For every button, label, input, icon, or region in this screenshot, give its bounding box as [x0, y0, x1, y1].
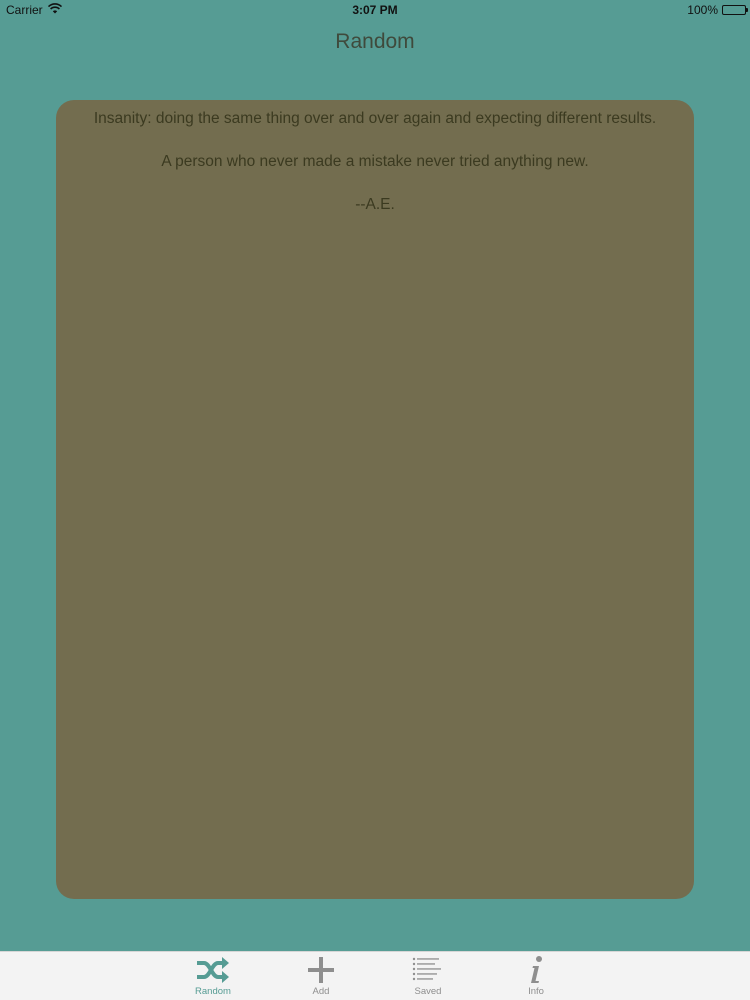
status-right: 100% [687, 3, 748, 17]
tab-saved[interactable]: Saved [398, 954, 458, 1000]
quote-text: Insanity: doing the same thing over and … [93, 110, 657, 127]
tab-random[interactable]: Random [183, 954, 243, 1000]
battery-percent: 100% [687, 3, 718, 17]
tab-info[interactable]: Info [506, 954, 566, 1000]
list-icon [398, 954, 458, 986]
tab-bar: Random Add Saved Info [0, 951, 750, 1000]
tab-label: Saved [414, 986, 442, 997]
plus-icon [291, 954, 351, 986]
app-screen: Carrier 3:07 PM 100% Random Insanity: do… [0, 0, 750, 1000]
quote-card[interactable]: Insanity: doing the same thing over and … [56, 100, 694, 899]
tab-add[interactable]: Add [291, 954, 351, 1000]
tab-label: Add [312, 986, 330, 997]
shuffle-icon [183, 954, 243, 986]
tab-label: Random [195, 986, 231, 997]
tab-label: Info [528, 986, 544, 997]
info-icon [506, 954, 566, 986]
quote-author: --A.E. [355, 196, 395, 213]
status-time: 3:07 PM [352, 3, 398, 17]
quote-text: A person who never made a mistake never … [161, 153, 589, 170]
battery-icon [722, 5, 748, 15]
page-title: Random [335, 30, 415, 53]
status-bar: Carrier 3:07 PM 100% [0, 0, 750, 20]
